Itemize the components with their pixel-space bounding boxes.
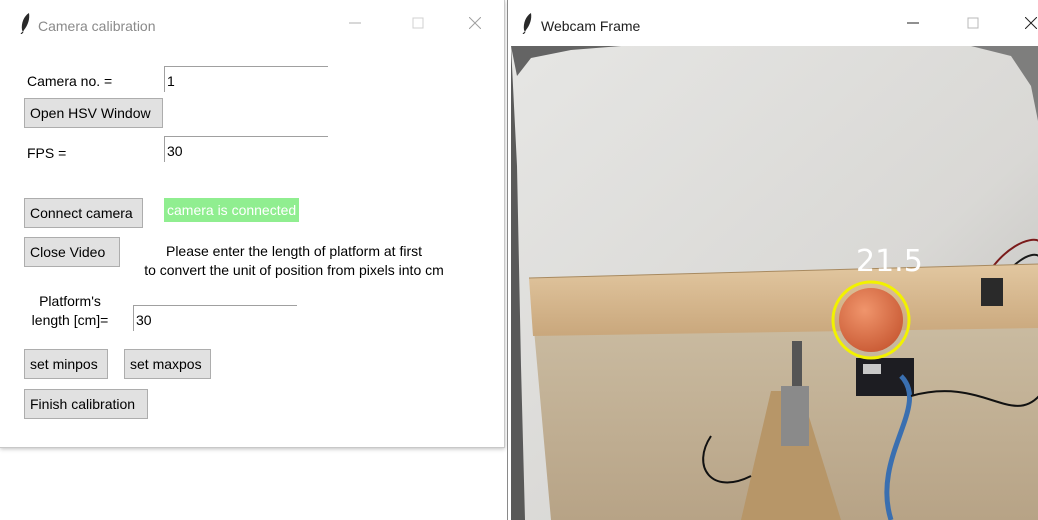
fps-input[interactable]: 30 [164,136,328,162]
set-maxpos-button[interactable]: set maxpos [124,349,211,379]
status-badge: camera is connected [164,198,300,222]
title-bar[interactable]: Camera calibration [0,0,504,44]
usb-port [863,364,881,374]
minimize-icon[interactable] [340,12,370,34]
instruction-text: Please enter the length of platform at f… [126,242,462,280]
minimize-icon[interactable] [898,12,928,34]
platform-length-input[interactable]: 30 [133,305,297,331]
fps-value: 30 [167,143,183,159]
camera-no-value: 1 [167,73,175,89]
close-video-button[interactable]: Close Video [24,237,120,267]
close-icon[interactable] [1016,12,1038,34]
connect-camera-button[interactable]: Connect camera [24,198,143,228]
ball [839,288,903,352]
position-readout: 21.5 [856,244,923,279]
platform-label-line-1: Platform's [39,293,101,309]
calibration-window: Camera calibration Camera no. = 1 Open H… [0,0,505,448]
fps-label: FPS = [27,145,67,161]
input-cursor [164,136,165,162]
controller-board [856,358,914,396]
servo-linkage [781,386,809,446]
maximize-icon[interactable] [958,12,988,34]
window-title: Camera calibration [38,18,156,34]
open-hsv-button[interactable]: Open HSV Window [24,98,163,128]
feather-icon [20,13,30,34]
input-cursor [133,305,134,331]
title-bar[interactable]: Webcam Frame [508,0,1038,44]
instruction-line-1: Please enter the length of platform at f… [165,243,423,259]
input-cursor [164,66,165,92]
window-title: Webcam Frame [541,18,641,34]
sensor [981,278,1003,306]
finish-calibration-button[interactable]: Finish calibration [24,389,148,419]
camera-no-label: Camera no. = [27,73,113,89]
feather-icon [522,13,532,34]
set-minpos-button[interactable]: set minpos [24,349,108,379]
webcam-feed[interactable]: 21.5 [511,46,1038,520]
webcam-window: Webcam Frame 21.5 [507,0,1038,520]
camera-no-input[interactable]: 1 [164,66,328,92]
platform-length-value: 30 [136,312,152,328]
maximize-icon[interactable] [403,12,433,34]
webcam-image: 21.5 [511,46,1038,520]
platform-length-label: Platform's length [cm]= [22,292,118,330]
rod [792,341,802,386]
platform-label-line-2: length [cm]= [31,312,109,328]
instruction-line-2: to convert the unit of position from pix… [144,262,444,278]
close-icon[interactable] [460,12,490,34]
